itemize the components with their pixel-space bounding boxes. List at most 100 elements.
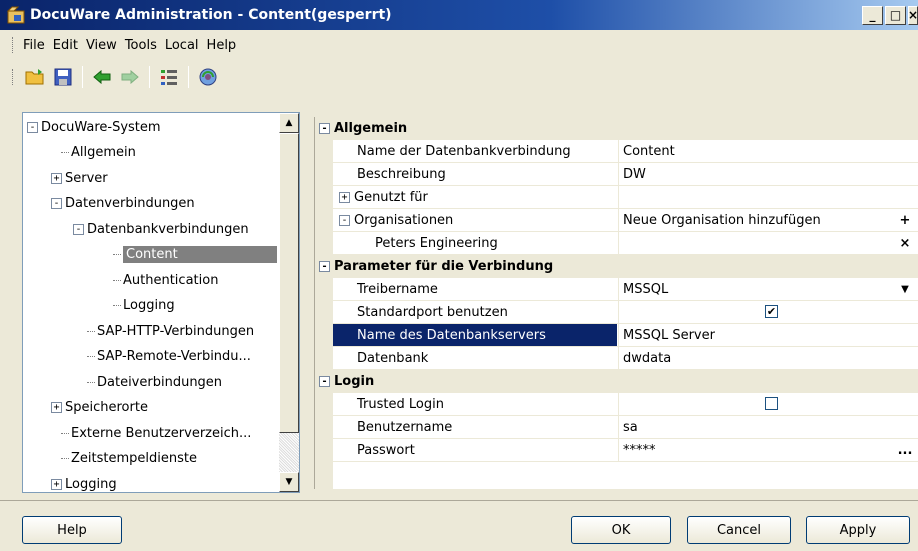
expand-icon[interactable]: +: [51, 402, 62, 413]
tree-item-datenbankverbindungen[interactable]: - Datenbankverbindungen: [73, 219, 249, 240]
tree-item-logging[interactable]: Logging: [113, 295, 175, 316]
menu-file[interactable]: File: [19, 36, 49, 55]
tree-item-zeitstempeldienste[interactable]: Zeitstempeldienste: [61, 448, 197, 469]
property-value[interactable]: MSSQL: [618, 278, 918, 300]
navigation-tree[interactable]: - DocuWare-System Allgemein + Server - D…: [22, 112, 300, 493]
menu-local[interactable]: Local: [161, 36, 203, 55]
maximize-button[interactable]: □: [885, 5, 906, 25]
help-button[interactable]: Help: [22, 516, 122, 544]
menu-edit[interactable]: Edit: [49, 36, 82, 55]
save-icon[interactable]: [51, 65, 75, 89]
property-value[interactable]: sa: [618, 416, 918, 438]
tree-scrollbar[interactable]: ▲ ▼: [279, 113, 299, 492]
menu-help[interactable]: Help: [203, 36, 241, 55]
menu-view[interactable]: View: [82, 36, 121, 55]
category-allgemein[interactable]: - Allgemein: [315, 117, 918, 140]
collapse-icon[interactable]: -: [319, 123, 330, 134]
expand-icon[interactable]: +: [51, 479, 62, 490]
scrollbar-thumb[interactable]: [279, 133, 299, 433]
property-value[interactable]: [618, 186, 918, 208]
properties-icon[interactable]: [157, 65, 181, 89]
collapse-icon[interactable]: -: [51, 198, 62, 209]
property-row-organisationen[interactable]: - Organisationen Neue Organisation hinzu…: [315, 209, 918, 232]
tree-connector: [113, 280, 121, 281]
property-row-datenbank[interactable]: Datenbank dwdata: [315, 347, 918, 370]
tree-item-logging-root[interactable]: + Logging: [51, 474, 117, 492]
property-name: Trusted Login: [357, 396, 444, 412]
property-row-genutzt-fuer[interactable]: + Genutzt für: [315, 186, 918, 209]
tree-item-allgemein[interactable]: Allgemein: [61, 142, 136, 163]
property-row-treibername[interactable]: Treibername MSSQL ▼: [315, 278, 918, 301]
property-row-datenbankserver[interactable]: Name des Datenbankservers MSSQL Server: [315, 324, 918, 347]
tree-item-sap-remote[interactable]: SAP-Remote-Verbindu...: [87, 346, 251, 367]
dropdown-arrow-icon[interactable]: ▼: [897, 281, 913, 297]
collapse-icon[interactable]: -: [73, 224, 84, 235]
ellipsis-button[interactable]: ...: [897, 442, 913, 458]
trusted-login-checkbox[interactable]: [765, 397, 778, 410]
property-value[interactable]: dwdata: [618, 347, 918, 369]
close-button[interactable]: ×: [908, 5, 918, 25]
property-row-standardport[interactable]: Standardport benutzen ✔: [315, 301, 918, 324]
category-login[interactable]: - Login: [315, 370, 918, 393]
property-value[interactable]: [618, 232, 918, 254]
tree-item-label: Allgemein: [71, 145, 136, 160]
expand-icon[interactable]: +: [51, 173, 62, 184]
tree-item-sap-http[interactable]: SAP-HTTP-Verbindungen: [87, 321, 254, 342]
expand-icon[interactable]: +: [339, 191, 350, 203]
property-name-cell: - Organisationen: [333, 209, 617, 231]
property-name-cell: + Genutzt für: [333, 186, 617, 208]
remove-icon[interactable]: ×: [897, 235, 913, 251]
property-value-cell[interactable]: ✔: [618, 301, 918, 323]
forward-arrow-icon[interactable]: [118, 65, 142, 89]
minimize-button[interactable]: _: [862, 5, 883, 25]
bottom-divider: [0, 500, 918, 501]
property-row-benutzername[interactable]: Benutzername sa: [315, 416, 918, 439]
property-row[interactable]: Beschreibung DW: [315, 163, 918, 186]
property-name: Benutzername: [357, 419, 453, 435]
collapse-icon[interactable]: -: [27, 122, 38, 133]
property-row-peters-engineering[interactable]: Peters Engineering ×: [315, 232, 918, 255]
refresh-globe-icon[interactable]: [196, 65, 220, 89]
property-value[interactable]: Neue Organisation hinzufügen: [618, 209, 918, 231]
property-value-cell[interactable]: [618, 393, 918, 415]
tree-item-datenverbindungen[interactable]: - Datenverbindungen: [51, 193, 195, 214]
tree-item-label: Content: [123, 246, 277, 263]
tree-connector: [87, 356, 95, 357]
property-value-input[interactable]: MSSQL Server: [618, 324, 918, 346]
collapse-icon[interactable]: -: [319, 261, 330, 272]
add-icon[interactable]: +: [897, 212, 913, 228]
ok-button[interactable]: OK: [571, 516, 671, 544]
tree-item-dateiverbindungen[interactable]: Dateiverbindungen: [87, 372, 222, 393]
tree-item-server[interactable]: + Server: [51, 168, 108, 189]
property-name: Name der Datenbankverbindung: [357, 143, 571, 159]
property-row-passwort[interactable]: Passwort ***** ...: [315, 439, 918, 462]
tree-item-label: Datenbankverbindungen: [87, 222, 249, 237]
scroll-down-icon[interactable]: ▼: [279, 472, 299, 492]
tree-item-docuware-system[interactable]: - DocuWare-System: [27, 117, 161, 138]
scroll-up-icon[interactable]: ▲: [279, 113, 299, 133]
apply-button[interactable]: Apply: [806, 516, 910, 544]
tree-item-content[interactable]: Content: [113, 244, 277, 265]
category-parameter[interactable]: - Parameter für die Verbindung: [315, 255, 918, 278]
back-arrow-icon[interactable]: [90, 65, 114, 89]
tree-connector: [113, 254, 121, 255]
tree-item-authentication[interactable]: Authentication: [113, 270, 218, 291]
property-value[interactable]: Content: [618, 140, 918, 162]
collapse-icon[interactable]: -: [319, 376, 330, 387]
scrollbar-track[interactable]: [279, 433, 299, 472]
menu-tools[interactable]: Tools: [121, 36, 161, 55]
standardport-checkbox[interactable]: ✔: [765, 305, 778, 318]
tree-item-speicherorte[interactable]: + Speicherorte: [51, 397, 148, 418]
property-value[interactable]: *****: [618, 439, 918, 461]
collapse-icon[interactable]: -: [339, 214, 350, 226]
tree-item-externe-benutzerverzeichnisse[interactable]: Externe Benutzerverzeich...: [61, 423, 251, 444]
tree-item-label: Logging: [65, 477, 117, 492]
open-folder-icon[interactable]: [23, 65, 47, 89]
property-grid[interactable]: - Allgemein Name der Datenbankverbindung…: [314, 117, 918, 489]
property-row-trusted-login[interactable]: Trusted Login: [315, 393, 918, 416]
property-row[interactable]: Name der Datenbankverbindung Content: [315, 140, 918, 163]
toolbar-separator: [149, 66, 150, 88]
tree-item-label: Authentication: [123, 273, 219, 288]
cancel-button[interactable]: Cancel: [687, 516, 791, 544]
property-value[interactable]: DW: [618, 163, 918, 185]
